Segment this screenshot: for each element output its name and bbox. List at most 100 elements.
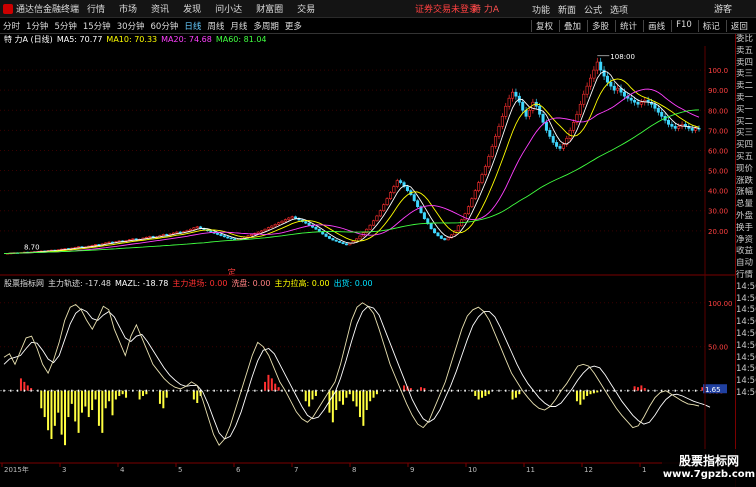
menu-wenxiaoda[interactable]: 问小达	[215, 2, 242, 15]
period-monthly[interactable]: 月线	[230, 20, 247, 32]
candle-body	[694, 128, 698, 131]
zero-dot	[186, 389, 188, 392]
zero-dot	[423, 389, 426, 392]
ma10-line	[3, 78, 700, 254]
candle-body	[660, 111, 664, 117]
tool-biaoji[interactable]: 标记	[697, 19, 720, 32]
period-daily[interactable]: 日线	[184, 20, 201, 32]
price-and-indicator-chart[interactable]: 100.0 90.00 80.00 70.00 60.00 50.00 40.00 30.00…	[0, 46, 735, 487]
ma5-line	[3, 70, 700, 254]
candle-body	[446, 237, 450, 241]
quote-panel-item: 14:56	[736, 328, 756, 339]
time-axis-label: 2015年	[4, 465, 29, 474]
quote-panel-item: 买四	[736, 140, 754, 151]
menu-xinmian[interactable]: 新面	[558, 3, 576, 16]
tool-duogu[interactable]: 多股	[587, 19, 609, 32]
zero-dot	[620, 389, 622, 392]
menu-gongshi[interactable]: 公式	[584, 3, 602, 16]
zero-dot	[552, 389, 554, 392]
period-60min[interactable]: 60分钟	[151, 20, 179, 32]
zero-dot	[145, 389, 148, 392]
candle-body	[433, 228, 437, 234]
period-more[interactable]: 更多	[285, 20, 302, 32]
candle-body	[582, 93, 586, 105]
quote-panel-item: 换手	[736, 222, 754, 233]
candle-body	[358, 235, 362, 240]
zero-dot	[166, 389, 168, 392]
zero-dot	[362, 389, 365, 392]
candle-body	[605, 75, 609, 83]
tool-fuquan[interactable]: 复权	[531, 19, 553, 32]
tool-fanhui[interactable]: 返回	[725, 19, 748, 32]
main-raise-bar	[101, 390, 104, 433]
zero-dot	[71, 389, 73, 392]
mazl-line	[3, 305, 711, 440]
candle-body	[677, 126, 681, 129]
candle-body	[165, 234, 169, 236]
candle-body	[219, 234, 223, 236]
period-fenshi[interactable]: 分时	[3, 20, 20, 32]
login-alert[interactable]: 证券交易未登录	[415, 2, 478, 15]
main-entry-bar	[270, 378, 273, 391]
app-name: 通达信金融终端	[16, 5, 80, 15]
zero-dot	[457, 389, 459, 392]
candle-body	[477, 182, 481, 191]
candle-body	[497, 126, 501, 137]
price-axis-label: 70.00	[708, 127, 728, 135]
menu-hangqing[interactable]: 行情	[87, 2, 105, 15]
tool-tongji[interactable]: 统计	[615, 19, 637, 32]
zero-dot	[566, 389, 568, 392]
candle-body	[314, 226, 318, 230]
title-bar: 通达信金融终端 行情 市场 资讯 发现 问小达 财富圈 交易 证券交易未登录 特…	[0, 0, 756, 18]
menu-caifuquan[interactable]: 财富圈	[256, 2, 283, 15]
zero-dot	[586, 389, 588, 392]
quote-panel-item: 涨幅	[736, 187, 754, 198]
ma5-value: MA5: 70.77	[56, 35, 103, 44]
menu-xuanxiang[interactable]: 选项	[610, 3, 628, 16]
zero-dot	[37, 389, 39, 392]
zero-dot	[301, 389, 304, 392]
menu-gongneng[interactable]: 功能	[532, 3, 550, 16]
zero-dot	[179, 389, 181, 392]
menu-zixun[interactable]: 资讯	[151, 2, 169, 15]
indicator-legend: 股票指标网 主力轨迹: -17.48 MAZL: -18.78 主力进场: 0.…	[0, 277, 373, 289]
candle-body	[551, 136, 555, 143]
tool-diejia[interactable]: 叠加	[559, 19, 581, 32]
main-raise-bar	[579, 390, 582, 405]
quote-panel-item: 买三	[736, 128, 754, 139]
candle-body	[94, 244, 98, 246]
menu-jiaoyi[interactable]: 交易	[297, 2, 315, 15]
candle-body	[304, 221, 308, 224]
indicator-name[interactable]: 股票指标网	[4, 278, 44, 289]
time-axis-label: 5	[178, 466, 182, 474]
candle-body	[327, 236, 331, 239]
zero-dot	[694, 389, 697, 392]
period-15min[interactable]: 15分钟	[83, 20, 111, 32]
period-30min[interactable]: 30分钟	[117, 20, 145, 32]
time-axis-label: 10	[468, 466, 477, 474]
zero-dot	[132, 389, 134, 392]
candle-body	[290, 216, 294, 219]
quote-panel-item: 14:56	[736, 305, 756, 316]
candle-body	[422, 212, 426, 220]
candle-body	[439, 235, 443, 239]
candle-body	[490, 146, 494, 157]
tool-f10[interactable]: F10	[671, 19, 692, 32]
main-raise-bar	[335, 390, 338, 411]
zero-dot	[349, 389, 351, 392]
zero-dot	[545, 389, 548, 392]
period-1min[interactable]: 1分钟	[26, 20, 48, 32]
period-5min[interactable]: 5分钟	[54, 20, 76, 32]
zero-dot	[511, 389, 514, 392]
guest-label[interactable]: 游客	[714, 2, 732, 15]
main-entry-bar	[277, 387, 280, 391]
tool-huaxian[interactable]: 画线	[643, 19, 665, 32]
period-weekly[interactable]: 周线	[207, 20, 224, 32]
period-multi[interactable]: 多周期	[253, 20, 279, 32]
menu-faxian[interactable]: 发现	[183, 2, 201, 15]
menu-shichang[interactable]: 市场	[119, 2, 137, 15]
main-raise-bar	[47, 390, 50, 431]
main-raise-bar	[40, 390, 43, 409]
zero-dot	[376, 389, 378, 392]
zero-dot	[23, 389, 26, 392]
